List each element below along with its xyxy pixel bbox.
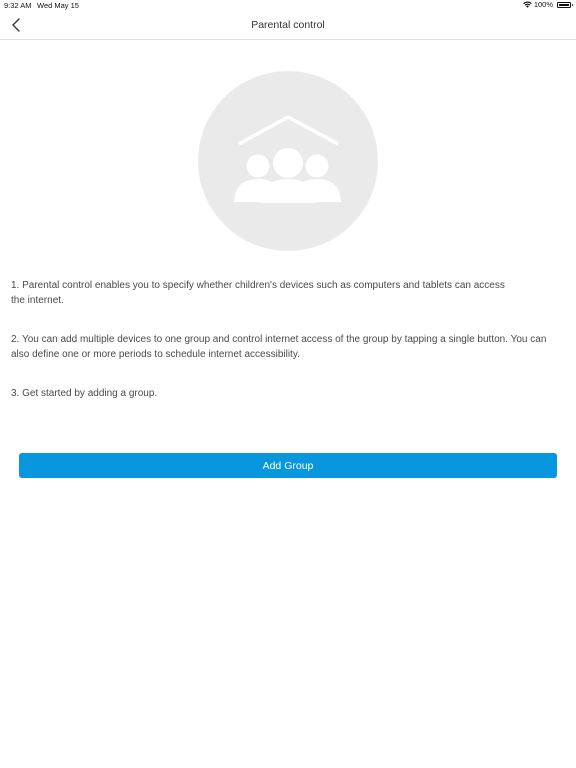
family-house-icon bbox=[234, 115, 341, 203]
wifi-icon bbox=[523, 1, 532, 8]
page-title: Parental control bbox=[251, 19, 325, 31]
instruction-2: 2. You can add multiple devices to one g… bbox=[11, 334, 547, 360]
instructions: 1. Parental control enables you to speci… bbox=[11, 279, 567, 427]
hero-illustration bbox=[198, 71, 378, 251]
status-time: 9:32 AM bbox=[4, 1, 32, 10]
instruction-1: 1. Parental control enables you to speci… bbox=[11, 280, 505, 306]
battery-percent: 100% bbox=[533, 0, 553, 9]
status-indicators: 100% bbox=[523, 0, 573, 9]
status-date: Wed May 15 bbox=[37, 1, 79, 10]
status-bar: 9:32 AM Wed May 15 100% bbox=[0, 0, 576, 12]
battery-icon bbox=[557, 1, 573, 8]
add-group-button[interactable]: Add Group bbox=[19, 453, 557, 478]
instruction-3: 3. Get started by adding a group. bbox=[11, 388, 158, 399]
nav-bar: Parental control bbox=[0, 12, 576, 40]
